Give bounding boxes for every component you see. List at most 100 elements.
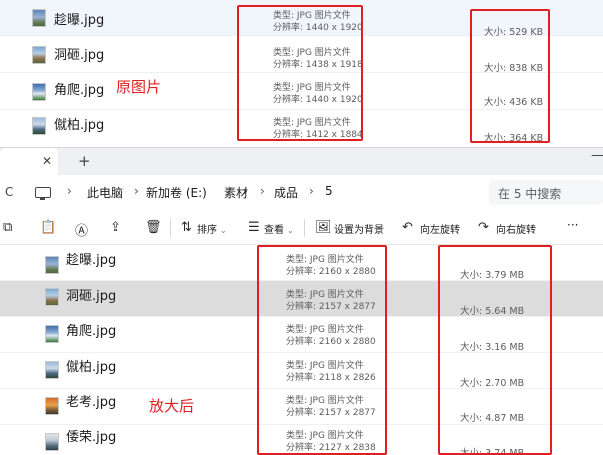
image-thumbnail — [32, 83, 46, 101]
paste-icon[interactable]: 📋 — [40, 220, 56, 235]
list-item[interactable]: 趁曝.jpg 类型: JPG 图片文件 分辨率: 2160 x 2880 大小:… — [0, 245, 603, 281]
rename-icon[interactable]: Ⓐ — [75, 220, 88, 239]
file-name: 趁曝.jpg — [54, 13, 105, 28]
list-item[interactable]: 角爬.jpg 类型: JPG 图片文件 分辨率: 2160 x 2880 大小:… — [0, 317, 603, 353]
list-item[interactable]: 僦柏.jpg 类型: JPG 图片文件 分辨率: 1412 x 1884 大小:… — [0, 111, 603, 146]
copy-icon[interactable]: ⧉ — [3, 220, 12, 235]
breadcrumb-chengpin[interactable]: 成品 — [274, 184, 298, 201]
file-size: 大小: 4.87 MB — [460, 413, 525, 424]
set-background-icon: 🖼 — [315, 220, 332, 235]
breadcrumb-sucai[interactable]: 素材 — [224, 184, 248, 201]
refresh-icon[interactable]: C — [5, 185, 13, 199]
file-type: 类型: JPG 图片文件 — [286, 290, 364, 300]
image-thumbnail — [45, 288, 59, 306]
list-item[interactable]: 倭荣.jpg 类型: JPG 图片文件 分辨率: 2127 x 2838 大小:… — [0, 425, 603, 455]
file-resolution: 分辨率: 2160 x 2880 — [286, 337, 376, 347]
file-resolution: 分辨率: 2157 x 2877 — [286, 408, 376, 418]
set-background-button[interactable]: 设置为背景 — [334, 221, 384, 236]
file-type: 类型: JPG 图片文件 — [273, 48, 351, 58]
sort-icon: ⇅ — [181, 220, 192, 235]
command-bar: ⧉ 📋 Ⓐ ⇪ 🗑 ⇅ 排序 ⌄ ☰ 查看 ⌄ 🖼 设置为背景 ↶ 向左旋转 ↷ 向… — [0, 211, 603, 245]
breadcrumb-separator: › — [309, 184, 314, 198]
rotate-left-button[interactable]: 向左旋转 — [420, 221, 460, 236]
image-thumbnail — [45, 433, 59, 451]
file-size: 大小: 3.74 MB — [460, 448, 525, 455]
list-item[interactable]: 僦柏.jpg 类型: JPG 图片文件 分辨率: 2118 x 2826 大小:… — [0, 353, 603, 389]
list-item[interactable]: 老考.jpg 类型: JPG 图片文件 分辨率: 2157 x 2877 大小:… — [0, 389, 603, 425]
file-resolution: 分辨率: 2118 x 2826 — [286, 373, 376, 383]
file-size: 大小: 3.16 MB — [460, 342, 525, 353]
file-resolution: 分辨率: 2157 x 2877 — [286, 302, 376, 312]
file-type: 类型: JPG 图片文件 — [286, 361, 364, 371]
breadcrumb-drive-e[interactable]: 新加卷 (E:) — [146, 184, 207, 201]
share-icon[interactable]: ⇪ — [110, 220, 121, 235]
file-name: 僦柏.jpg — [66, 360, 117, 375]
address-bar: C › 此电脑 › 新加卷 (E:) › 素材 › 成品 › 5 在 5 中搜索 — [0, 175, 603, 211]
file-name: 洞砸.jpg — [66, 289, 117, 304]
image-thumbnail — [32, 46, 46, 64]
file-type: 类型: JPG 图片文件 — [273, 11, 351, 21]
rotate-left-icon: ↶ — [402, 220, 413, 235]
file-size: 大小: 529 KB — [484, 27, 544, 38]
enlarged-image-annotation: 放大后 — [149, 397, 195, 415]
original-file-list: 趁曝.jpg 类型: JPG 图片文件 分辨率: 1440 x 1920 大小:… — [0, 0, 603, 146]
more-options-button[interactable]: ··· — [567, 218, 578, 232]
file-resolution: 分辨率: 2127 x 2838 — [286, 443, 376, 453]
close-tab-icon[interactable]: ✕ — [42, 154, 52, 168]
breadcrumb-this-pc[interactable]: 此电脑 — [87, 184, 123, 201]
list-item[interactable]: 洞砸.jpg 类型: JPG 图片文件 分辨率: 1438 x 1918 大小:… — [0, 37, 603, 74]
file-type: 类型: JPG 图片文件 — [286, 255, 364, 265]
file-type: 类型: JPG 图片文件 — [286, 325, 364, 335]
view-icon: ☰ — [248, 220, 260, 235]
file-size: 大小: 838 KB — [484, 63, 544, 74]
enlarged-file-list: 趁曝.jpg 类型: JPG 图片文件 分辨率: 2160 x 2880 大小:… — [0, 245, 603, 455]
minimize-button[interactable]: — — [591, 148, 603, 163]
file-name: 倭荣.jpg — [66, 430, 117, 445]
folder-tab[interactable]: ✕ — [0, 148, 58, 176]
search-input[interactable]: 在 5 中搜索 — [489, 180, 603, 205]
breadcrumb-separator: › — [67, 184, 72, 198]
image-thumbnail — [45, 361, 59, 379]
file-explorer-window: ✕ + — C › 此电脑 › 新加卷 (E:) › 素材 › 成品 › 5 在… — [0, 147, 603, 455]
list-item-selected[interactable]: 洞砸.jpg 类型: JPG 图片文件 分辨率: 2157 x 2877 大小:… — [0, 281, 603, 317]
image-thumbnail — [32, 117, 46, 135]
file-name: 僦柏.jpg — [54, 118, 105, 133]
image-thumbnail — [45, 256, 59, 274]
delete-icon[interactable]: 🗑 — [145, 220, 162, 235]
view-button[interactable]: 查看 ⌄ — [264, 221, 294, 236]
file-size: 大小: 3.79 MB — [460, 270, 525, 281]
file-name: 趁曝.jpg — [66, 253, 117, 268]
file-name: 洞砸.jpg — [54, 48, 105, 63]
rotate-right-icon: ↷ — [478, 220, 489, 235]
search-placeholder: 在 5 中搜索 — [498, 187, 562, 201]
file-size: 大小: 364 KB — [484, 133, 544, 144]
file-resolution: 分辨率: 1412 x 1884 — [273, 130, 363, 140]
file-name: 角爬.jpg — [54, 83, 105, 98]
file-type: 类型: JPG 图片文件 — [286, 396, 364, 406]
file-type: 类型: JPG 图片文件 — [286, 431, 364, 441]
file-size: 大小: 2.70 MB — [460, 378, 525, 389]
computer-icon[interactable] — [35, 187, 51, 200]
list-item[interactable]: 趁曝.jpg 类型: JPG 图片文件 分辨率: 1440 x 1920 大小:… — [0, 0, 603, 38]
image-thumbnail — [45, 397, 59, 415]
file-size: 大小: 5.64 MB — [460, 306, 525, 317]
tab-bar: ✕ + — — [0, 147, 603, 176]
file-resolution: 分辨率: 1438 x 1918 — [273, 60, 363, 70]
toolbar-divider — [304, 219, 305, 237]
breadcrumb-separator: › — [134, 184, 139, 198]
file-name: 角爬.jpg — [66, 324, 117, 339]
file-resolution: 分辨率: 2160 x 2880 — [286, 267, 376, 277]
breadcrumb-separator: › — [260, 184, 265, 198]
list-item[interactable]: 角爬.jpg 类型: JPG 图片文件 分辨率: 1440 x 1920 大小:… — [0, 74, 603, 110]
original-image-annotation: 原图片 — [116, 78, 162, 96]
image-thumbnail — [32, 9, 46, 27]
sort-button[interactable]: 排序 ⌄ — [197, 221, 227, 236]
rotate-right-button[interactable]: 向右旋转 — [496, 221, 536, 236]
breadcrumb-folder-5[interactable]: 5 — [325, 184, 333, 198]
toolbar-divider — [170, 219, 171, 237]
file-resolution: 分辨率: 1440 x 1920 — [273, 95, 363, 105]
file-type: 类型: JPG 图片文件 — [273, 83, 351, 93]
file-resolution: 分辨率: 1440 x 1920 — [273, 23, 363, 33]
new-tab-button[interactable]: + — [78, 152, 91, 170]
file-size: 大小: 436 KB — [484, 97, 544, 108]
